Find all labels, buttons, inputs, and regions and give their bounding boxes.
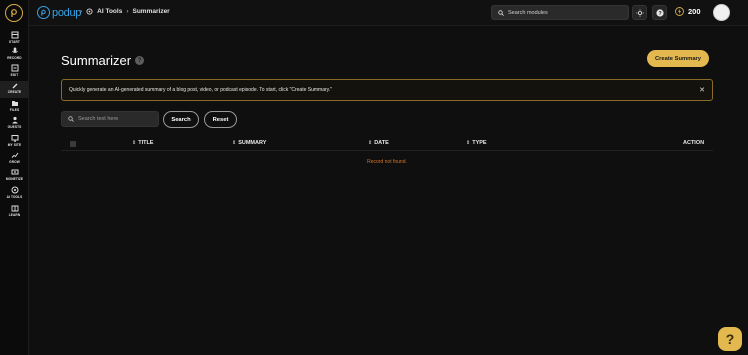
chevron-right-icon: ›	[126, 8, 129, 15]
credits-count: 200	[688, 7, 701, 16]
column-header-title[interactable]: ⇕ TITLE	[132, 140, 153, 146]
search-button[interactable]: Search	[163, 111, 199, 128]
module-search-input[interactable]: Search modules	[491, 5, 629, 20]
sidebar-item-label: CREATE	[7, 90, 22, 94]
search-input[interactable]	[78, 116, 158, 122]
sidebar-item-ai-tools[interactable]: AI TOOLS	[0, 186, 29, 203]
sidebar-item-label: MONETIZE	[5, 177, 24, 181]
sidebar-item-label: START	[9, 40, 20, 44]
sort-icon: ⇕	[368, 140, 373, 146]
sidebar-item-my-site[interactable]: MY SITE	[0, 134, 29, 151]
help-button[interactable]: ?	[652, 5, 667, 20]
microphone-icon	[11, 47, 18, 54]
brand-logo-icon	[37, 6, 50, 19]
credits-display[interactable]: 200	[675, 7, 701, 16]
sidebar-item-label: GROW	[9, 160, 20, 164]
start-icon	[11, 31, 18, 39]
breadcrumb: › AI Tools › Summarizer	[80, 8, 170, 15]
sidebar-item-start[interactable]: START	[0, 31, 29, 48]
guests-icon	[11, 116, 18, 124]
select-all-checkbox[interactable]	[70, 141, 76, 147]
help-chat-button[interactable]: ?	[718, 327, 742, 351]
sidebar-item-label: GUESTS	[7, 125, 22, 129]
close-icon[interactable]: ✕	[699, 86, 705, 94]
question-icon: ?	[725, 331, 735, 347]
sidebar-item-create[interactable]: CREATE	[0, 81, 29, 98]
theme-toggle-button[interactable]	[632, 5, 647, 20]
search-icon	[498, 9, 504, 16]
lightning-coin-icon	[675, 7, 684, 16]
sidebar-item-grow[interactable]: GROW	[0, 151, 29, 168]
sidebar-item-label: LEARN	[8, 213, 21, 217]
info-banner: Quickly generate an AI-generated summary…	[61, 79, 713, 101]
sidebar-item-edit[interactable]: EDIT	[0, 64, 29, 81]
avatar[interactable]	[713, 4, 730, 21]
sidebar-item-label: EDIT	[10, 73, 19, 77]
column-header-type[interactable]: ⇕ TYPE	[466, 140, 487, 146]
sun-icon	[635, 8, 644, 17]
sidebar-item-guests[interactable]: GUESTS	[0, 116, 29, 133]
sort-icon: ⇕	[132, 140, 137, 146]
breadcrumb-section[interactable]: AI Tools	[97, 8, 122, 15]
sidebar: START RECORD EDIT CREATE FILES GUESTS MY…	[0, 0, 29, 355]
search-icon	[68, 116, 74, 122]
grow-icon	[11, 152, 18, 158]
brand-logo[interactable]: podup	[37, 6, 81, 19]
sort-icon: ⇕	[232, 140, 237, 146]
info-icon[interactable]: ?	[135, 56, 145, 65]
sidebar-item-learn[interactable]: LEARN	[0, 204, 29, 221]
monetize-icon	[11, 169, 18, 175]
sidebar-item-monetize[interactable]: MONETIZE	[0, 168, 29, 185]
learn-icon	[11, 205, 18, 212]
info-banner-text: Quickly generate an AI-generated summary…	[69, 87, 332, 93]
page-title-row: Summarizer ?	[61, 53, 145, 68]
search-field[interactable]	[61, 111, 159, 127]
column-header-action: ACTION	[683, 140, 705, 146]
create-icon	[12, 83, 17, 89]
page-title: Summarizer	[61, 53, 132, 68]
chevron-right-icon: ›	[80, 8, 83, 15]
sidebar-item-label: RECORD	[7, 56, 22, 60]
module-search-placeholder: Search modules	[508, 9, 548, 16]
sidebar-item-record[interactable]: RECORD	[0, 47, 29, 64]
sidebar-item-files[interactable]: FILES	[0, 99, 29, 116]
site-icon	[11, 135, 18, 142]
breadcrumb-current: Summarizer	[132, 8, 170, 15]
files-icon	[11, 101, 18, 106]
app-logo-icon[interactable]	[5, 4, 23, 22]
create-summary-button[interactable]: Create Summary	[647, 50, 709, 67]
ai-tools-icon	[11, 186, 18, 194]
ai-tools-icon	[86, 8, 93, 15]
brand-name: podup	[52, 6, 82, 19]
table-header: ⇕ TITLE ⇕ SUMMARY ⇕ DATE ⇕ TYPE ACTION	[61, 137, 713, 151]
empty-state-message: Record not found.	[367, 159, 407, 165]
sidebar-item-label: AI TOOLS	[6, 195, 23, 199]
edit-icon	[11, 64, 18, 72]
sort-icon: ⇕	[466, 140, 471, 146]
reset-button[interactable]: Reset	[204, 111, 237, 128]
sidebar-item-label: MY SITE	[7, 143, 22, 147]
help-icon: ?	[655, 8, 664, 17]
sidebar-item-label: FILES	[9, 108, 20, 112]
column-header-date[interactable]: ⇕ DATE	[368, 140, 389, 146]
column-header-summary[interactable]: ⇕ SUMMARY	[232, 140, 266, 146]
